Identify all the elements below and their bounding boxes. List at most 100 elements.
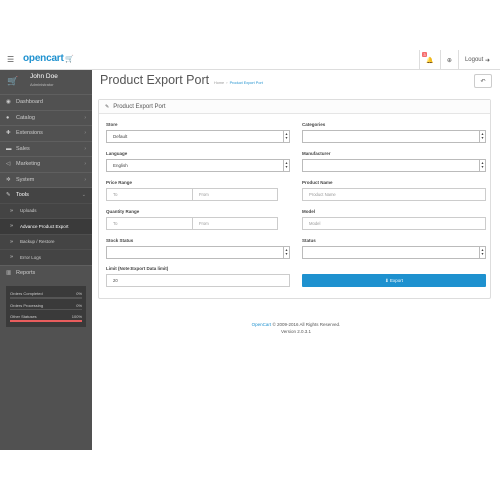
stat-value: 0%: [76, 302, 82, 308]
product-name-input[interactable]: Product Name: [302, 188, 486, 201]
store-select[interactable]: Default ▲ ▼: [106, 130, 290, 143]
price-from-input[interactable]: From: [192, 188, 278, 201]
sidebar-subitem-advance-product-export[interactable]: » Advance Product Export: [0, 218, 92, 234]
stock-status-label: Stock Status: [106, 238, 134, 243]
product-name-label: Product Name: [302, 180, 333, 185]
stock-status-select[interactable]: ▲ ▼: [106, 246, 290, 259]
status-label: Status: [302, 238, 316, 243]
store-select-value: Default: [113, 134, 128, 139]
footer-brand-link[interactable]: OpenCart: [252, 322, 272, 327]
select-arrows-icon: ▲ ▼: [283, 160, 289, 171]
sidebar-subitem-backup-restore[interactable]: » Backup / Restore: [0, 233, 92, 250]
export-label: Export: [390, 278, 404, 283]
bullet-icon: »: [10, 238, 14, 245]
sidebar-item-marketing[interactable]: ◁ Marketing ›: [0, 156, 92, 172]
life-ring-icon: ⊕: [446, 57, 452, 64]
export-button[interactable]: ⬇ Export: [302, 274, 486, 287]
sidebar-item-dashboard[interactable]: ◉ Dashboard: [0, 94, 92, 110]
logo[interactable]: opencart 🛒: [23, 53, 74, 64]
language-field: Language English ▲ ▼: [106, 151, 290, 172]
model-input[interactable]: Model: [302, 217, 486, 230]
quantity-to-input[interactable]: To: [106, 217, 192, 230]
breadcrumb-home[interactable]: Home: [214, 81, 224, 85]
tools-submenu: » Uploads » Advance Product Export » Backup…: [0, 202, 92, 265]
stat-label: Other Statuses: [10, 314, 37, 319]
status-select[interactable]: ▲ ▼: [302, 246, 486, 259]
sidebar-item-label: Dashboard: [16, 99, 43, 106]
sidebar-item-label: System: [16, 176, 35, 183]
stat-label: Orders Completed: [10, 291, 43, 296]
sidebar-item-catalog[interactable]: ● Catalog ›: [0, 109, 92, 126]
bullet-icon: »: [10, 207, 14, 214]
header-actions: 3 🔔 ⊕ Logout ➜: [419, 50, 496, 70]
wrench-icon: ✎: [6, 192, 11, 199]
stat-progress-fill: [10, 320, 82, 322]
panel-title: Product Export Port: [113, 103, 166, 110]
model-field: Model Model: [302, 209, 486, 230]
stat-progress-bar: [10, 297, 82, 299]
stat-progress-bar: [10, 308, 82, 310]
status-field: Status ▲ ▼: [302, 238, 486, 259]
sidebar-subitem-error-logs[interactable]: » Error Logs: [0, 249, 92, 265]
sidebar-item-label: Sales: [16, 145, 30, 152]
logo-text: opencart: [23, 53, 64, 64]
notifications-button[interactable]: 3 🔔: [419, 50, 439, 70]
bullet-icon: »: [10, 223, 14, 230]
order-stats: Orders Completed 0% Orders Processing 0% O…: [6, 286, 86, 327]
model-label: Model: [302, 209, 315, 214]
limit-input[interactable]: 20: [106, 274, 290, 287]
menu-toggle-icon[interactable]: ☰: [7, 55, 14, 64]
reply-icon: ↶: [480, 78, 486, 85]
sidebar-item-tools[interactable]: ✎ Tools ⌄: [0, 187, 92, 203]
user-role: Administrator: [30, 82, 54, 87]
panel-heading: ✎ Product Export Port: [99, 100, 490, 114]
sidebar: 🛒 John Doe Administrator ◉ Dashboard ● Cat…: [0, 70, 92, 450]
select-arrows-icon: ▲ ▼: [283, 131, 289, 142]
life-ring-button[interactable]: ⊕: [439, 50, 458, 70]
share-icon: ◁: [6, 161, 11, 168]
puzzle-icon: ✚: [6, 130, 11, 137]
chevron-down-icon: ⌄: [81, 192, 86, 199]
store-field: Store Default ▲ ▼: [106, 122, 290, 143]
sidebar-subitem-uploads[interactable]: » Uploads: [0, 202, 92, 219]
stat-progress-bar: [10, 320, 82, 322]
quantity-range-field: Quantity Range To From: [106, 209, 290, 230]
price-range-label: Price Range: [106, 180, 133, 185]
sidebar-subitem-label: Uploads: [20, 208, 37, 214]
sidebar-item-system[interactable]: ✲ System ›: [0, 171, 92, 188]
bell-icon: 🔔: [426, 57, 434, 64]
sidebar-item-label: Catalog: [16, 114, 35, 121]
limit-field: Limit (Note:Export Data limit) 20: [106, 266, 290, 287]
back-button[interactable]: ↶: [474, 74, 492, 88]
language-select[interactable]: English ▲ ▼: [106, 159, 290, 172]
quantity-from-input[interactable]: From: [192, 217, 278, 230]
download-icon: ⬇: [384, 277, 389, 283]
price-range-field: Price Range To From: [106, 180, 290, 201]
sidebar-item-reports[interactable]: ▥ Reports: [0, 264, 92, 281]
breadcrumb: Home › Product Export Port: [214, 81, 263, 85]
sidebar-item-extensions[interactable]: ✚ Extensions ›: [0, 125, 92, 141]
chevron-right-icon: ›: [84, 161, 86, 168]
logout-button[interactable]: Logout ➜: [457, 50, 496, 70]
main-content: Product Export Port Home › Product Expor…: [92, 70, 500, 450]
chevron-right-icon: ›: [84, 176, 86, 183]
page-title: Product Export Port: [100, 73, 210, 87]
sign-out-icon: ➜: [484, 57, 490, 64]
app-frame: ☰ opencart 🛒 3 🔔 ⊕ Logout ➜ 🛒 John Doe A…: [0, 0, 500, 450]
manufacturer-select[interactable]: ▲ ▼: [302, 159, 486, 172]
stat-row: Other Statuses 100%: [9, 312, 83, 320]
categories-field: Categories ▲ ▼: [302, 122, 486, 143]
avatar-icon: 🛒: [7, 76, 19, 86]
breadcrumb-current[interactable]: Product Export Port: [230, 81, 263, 85]
dashboard-icon: ◉: [6, 99, 11, 106]
price-to-input[interactable]: To: [106, 188, 192, 201]
select-arrows-icon: ▲ ▼: [479, 131, 485, 142]
stock-status-field: Stock Status ▲ ▼: [106, 238, 290, 259]
store-label: Store: [106, 122, 118, 127]
stat-value: 0%: [76, 291, 82, 296]
categories-select[interactable]: ▲ ▼: [302, 130, 486, 143]
select-arrows-icon: ▲ ▼: [479, 160, 485, 171]
cog-icon: ✲: [6, 176, 11, 183]
sidebar-item-sales[interactable]: ▬ Sales ›: [0, 140, 92, 157]
user-profile[interactable]: 🛒 John Doe Administrator: [0, 70, 92, 94]
